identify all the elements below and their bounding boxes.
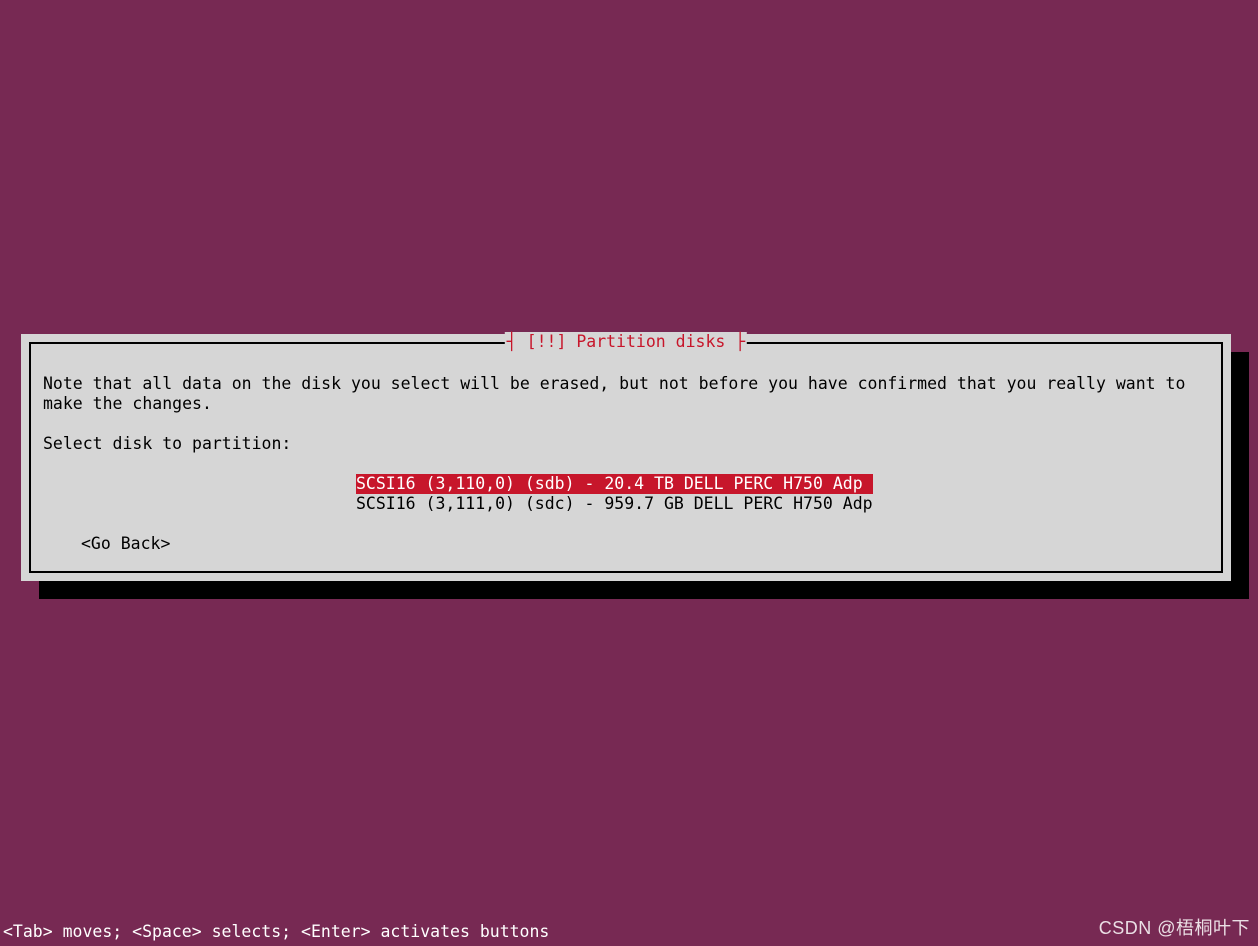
watermark: CSDN @梧桐叶下 <box>1099 914 1250 940</box>
disk-option[interactable]: SCSI16 (3,110,0) (sdb) - 20.4 TB DELL PE… <box>43 474 1209 494</box>
warning-note: Note that all data on the disk you selec… <box>43 374 1209 414</box>
select-prompt: Select disk to partition: <box>43 434 1209 454</box>
dialog-border: ┤ [!!] Partition disks ├ Note that all d… <box>29 342 1223 573</box>
partition-dialog: ┤ [!!] Partition disks ├ Note that all d… <box>21 334 1231 581</box>
disk-option[interactable]: SCSI16 (3,111,0) (sdc) - 959.7 GB DELL P… <box>43 494 1209 514</box>
footer-help: <Tab> moves; <Space> selects; <Enter> ac… <box>3 922 549 941</box>
disk-list: SCSI16 (3,110,0) (sdb) - 20.4 TB DELL PE… <box>43 474 1209 514</box>
dialog-wrapper: ┤ [!!] Partition disks ├ Note that all d… <box>21 334 1233 581</box>
dialog-content: Note that all data on the disk you selec… <box>31 344 1221 564</box>
go-back-button[interactable]: <Go Back> <box>43 534 1209 554</box>
disk-label: SCSI16 (3,110,0) (sdb) - 20.4 TB DELL PE… <box>356 474 873 494</box>
disk-label: SCSI16 (3,111,0) (sdc) - 959.7 GB DELL P… <box>356 494 873 514</box>
